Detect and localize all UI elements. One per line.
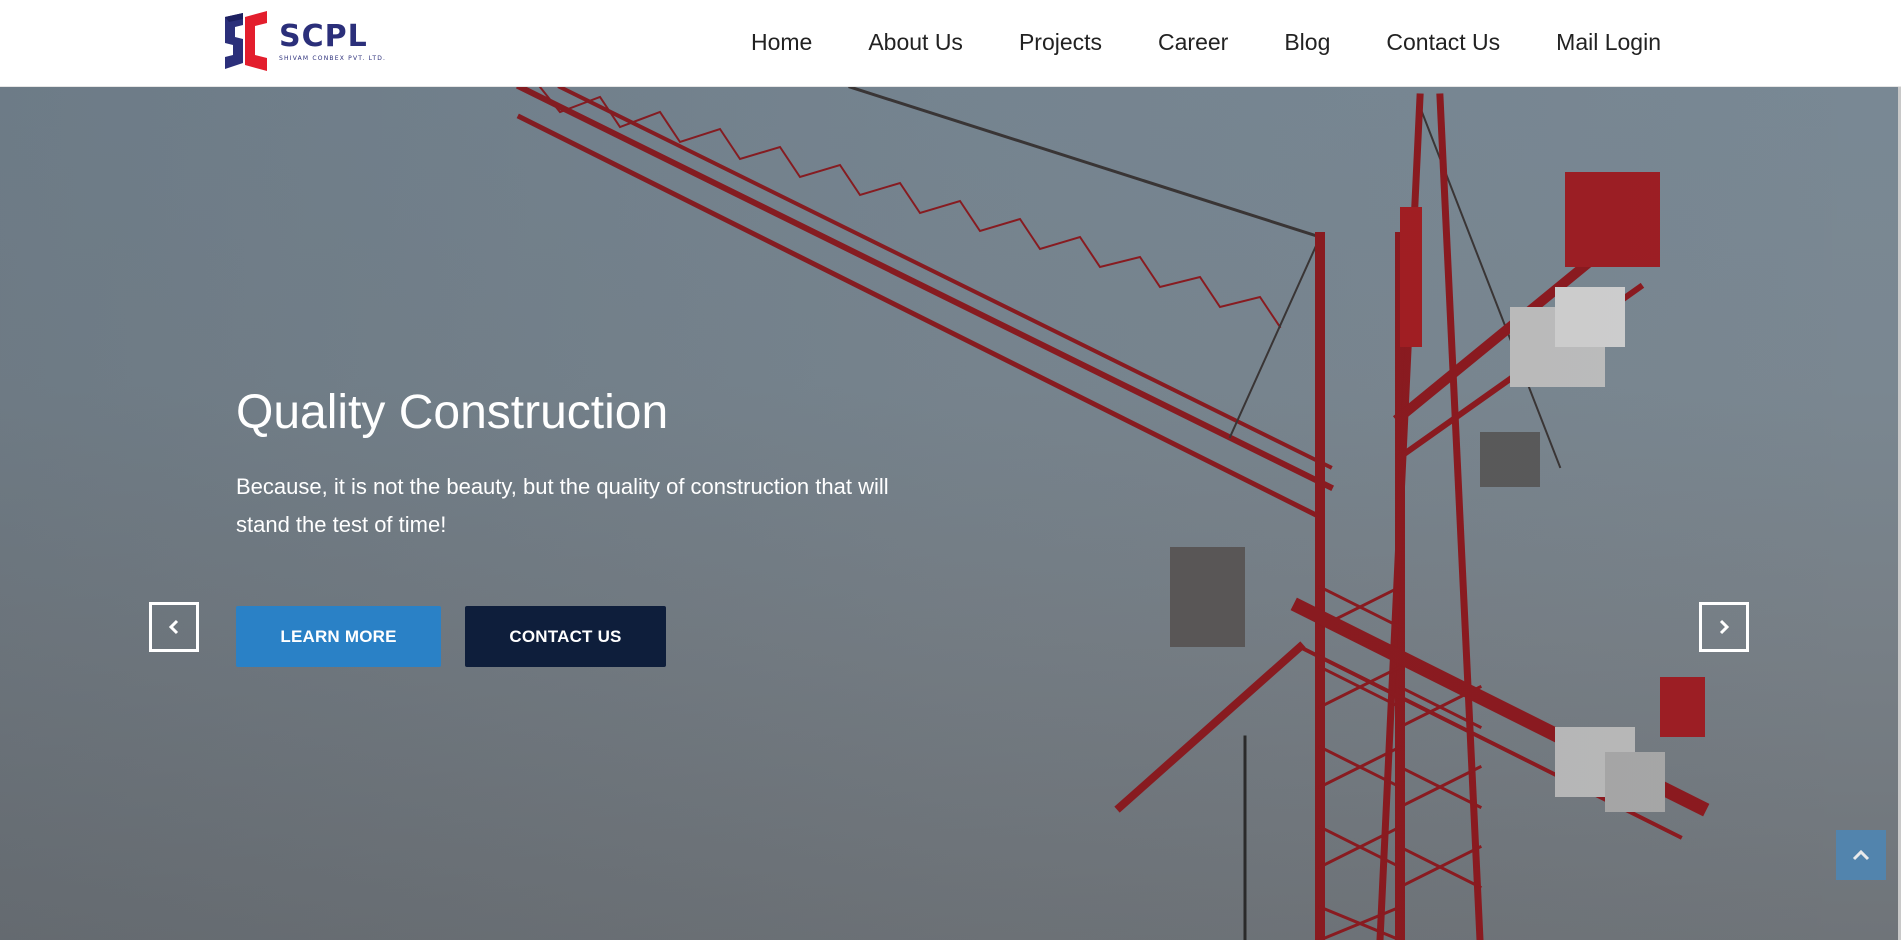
chevron-up-icon [1852,849,1870,861]
contact-us-button[interactable]: CONTACT US [465,606,666,667]
hero-slider: Quality Construction Because, it is not … [0,87,1901,940]
nav-home[interactable]: Home [751,29,812,56]
hero-title: Quality Construction [236,386,669,439]
nav-projects[interactable]: Projects [1019,29,1102,56]
page: SCPL SHIVAM CONBEX PVT. LTD. Home About … [0,0,1901,940]
nav-career[interactable]: Career [1158,29,1228,56]
site-header: SCPL SHIVAM CONBEX PVT. LTD. Home About … [0,0,1901,87]
nav-about-us[interactable]: About Us [868,29,963,56]
scroll-to-top-button[interactable] [1836,830,1886,880]
slider-prev-button[interactable] [149,602,199,652]
nav-blog[interactable]: Blog [1284,29,1330,56]
brand-name: SCPL [279,19,368,54]
hero-description: Because, it is not the beauty, but the q… [236,474,889,537]
logo-text: SCPL SHIVAM CONBEX PVT. LTD. [279,19,387,63]
brand-subtitle: SHIVAM CONBEX PVT. LTD. [279,55,387,62]
chevron-right-icon [1719,619,1730,635]
main-nav: Home About Us Projects Career Blog Conta… [695,0,1661,84]
slider-next-button[interactable] [1699,602,1749,652]
nav-contact-us[interactable]: Contact Us [1386,29,1500,56]
chevron-left-icon [168,619,179,635]
site-logo[interactable]: SCPL SHIVAM CONBEX PVT. LTD. [221,11,386,73]
nav-mail-login[interactable]: Mail Login [1556,29,1661,56]
scpl-logo-icon [225,11,267,71]
learn-more-button[interactable]: LEARN MORE [236,606,441,667]
